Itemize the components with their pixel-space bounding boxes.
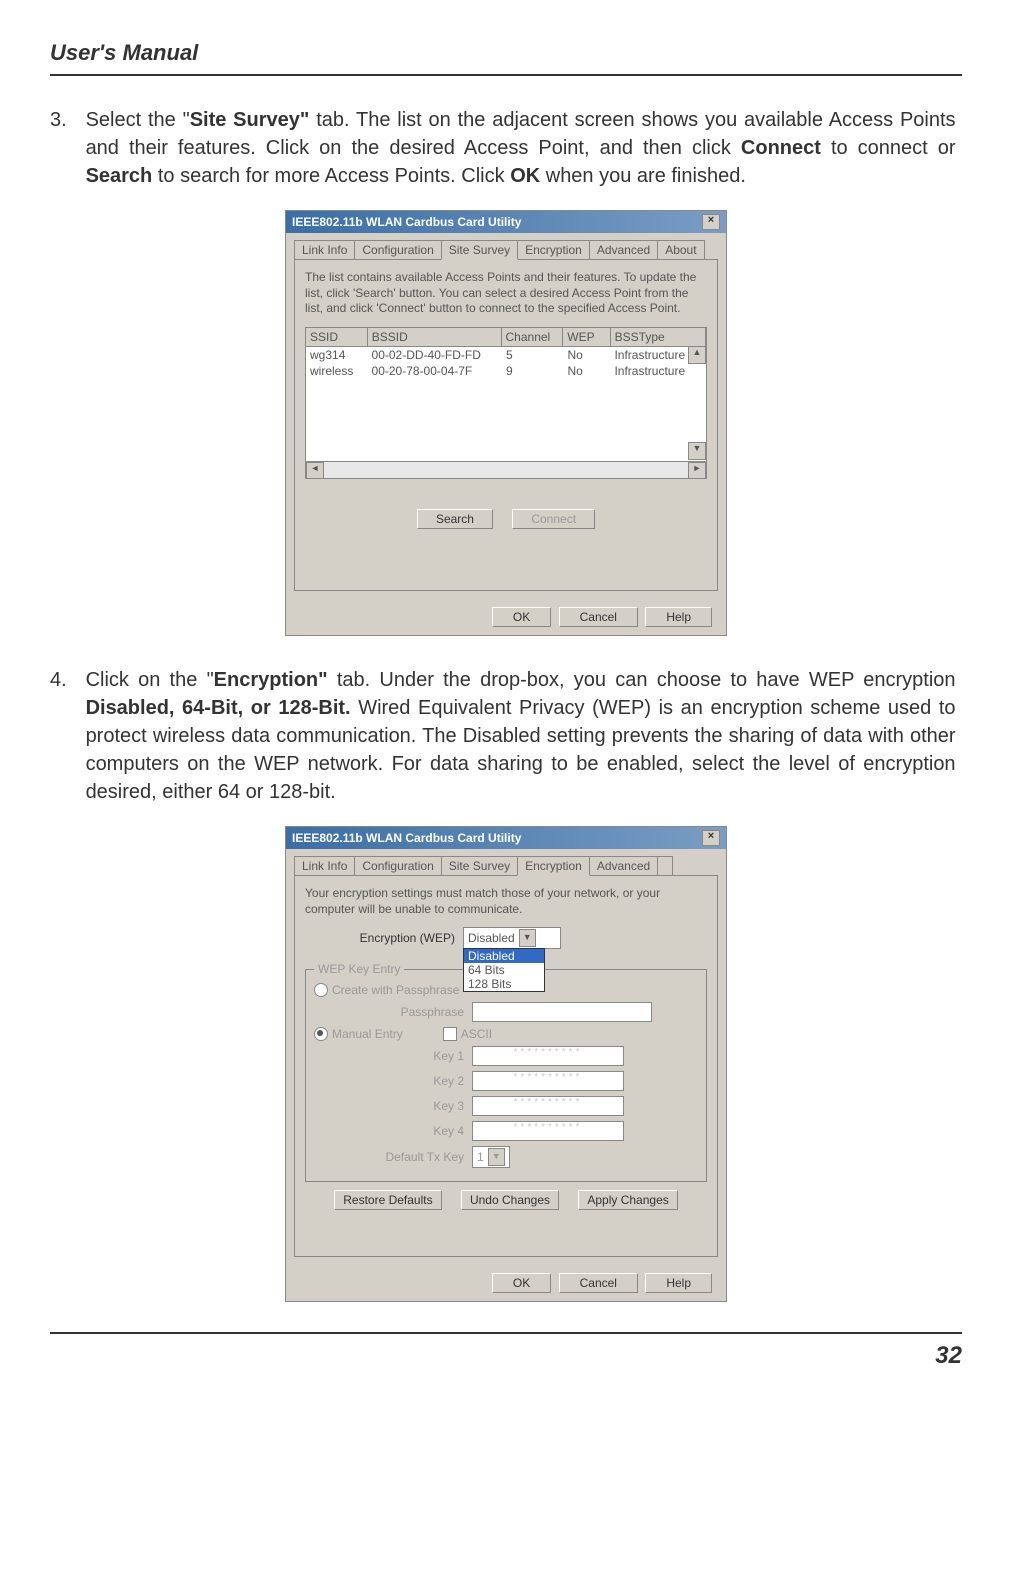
col-channel[interactable]: Channel	[502, 328, 564, 346]
ascii-label: ASCII	[461, 1027, 492, 1041]
close-icon[interactable]: ×	[702, 830, 720, 846]
scroll-left-icon[interactable]: ◄	[306, 462, 324, 479]
passphrase-input[interactable]	[472, 1002, 652, 1022]
tab-bar: Link Info Configuration Site Survey Encr…	[286, 849, 726, 875]
list-row[interactable]: wireless 00-20-78-00-04-7F 9 No Infrastr…	[306, 363, 706, 379]
wep-option-64[interactable]: 64 Bits	[464, 963, 544, 977]
step-3: 3. Select the "Site Survey" tab. The lis…	[50, 106, 962, 190]
tab-linkinfo[interactable]: Link Info	[294, 856, 355, 876]
step-4-text: Click on the "Encryption" tab. Under the…	[86, 666, 956, 806]
wep-dropdown[interactable]: Disabled ▼ Disabled 64 Bits 128 Bits	[463, 927, 561, 949]
tab-about[interactable]: About	[657, 240, 704, 260]
step-4-number: 4.	[50, 666, 80, 694]
wep-key-entry-legend: WEP Key Entry	[314, 962, 404, 976]
dialog-titlebar: IEEE802.11b WLAN Cardbus Card Utility ×	[286, 211, 726, 233]
tab-about[interactable]	[657, 856, 673, 876]
list-header-row: SSID BSSID Channel WEP BSSType	[306, 328, 706, 347]
key2-input[interactable]: **********	[472, 1071, 624, 1091]
tab-configuration[interactable]: Configuration	[354, 856, 441, 876]
col-bsstype[interactable]: BSSType	[611, 328, 706, 346]
col-ssid[interactable]: SSID	[306, 328, 368, 346]
tab-content-encryption: Your encryption settings must match thos…	[294, 875, 718, 1257]
tab-bar: Link Info Configuration Site Survey Encr…	[286, 233, 726, 259]
apply-changes-button[interactable]: Apply Changes	[578, 1190, 677, 1210]
key1-input[interactable]: **********	[472, 1046, 624, 1066]
tab-advanced[interactable]: Advanced	[589, 240, 658, 260]
page-header: User's Manual	[50, 40, 962, 76]
chevron-down-icon[interactable]: ▼	[519, 929, 536, 947]
ok-button[interactable]: OK	[492, 607, 551, 627]
wep-option-disabled[interactable]: Disabled	[464, 949, 544, 963]
create-passphrase-label: Create with Passphrase	[332, 983, 459, 997]
step-4: 4. Click on the "Encryption" tab. Under …	[50, 666, 962, 806]
dialog-button-row: OK Cancel Help	[286, 599, 726, 635]
scroll-down-icon[interactable]: ▼	[688, 442, 706, 460]
key4-label: Key 4	[314, 1124, 472, 1138]
manual-entry-radio[interactable]	[314, 1027, 328, 1041]
dialog-button-row: OK Cancel Help	[286, 1265, 726, 1301]
tab-content-sitesurvey: The list contains available Access Point…	[294, 259, 718, 591]
wep-key-entry-fieldset: WEP Key Entry Create with Passphrase Pas…	[305, 969, 707, 1182]
site-survey-dialog: IEEE802.11b WLAN Cardbus Card Utility × …	[285, 210, 727, 636]
key4-input[interactable]: **********	[472, 1121, 624, 1141]
dialog-title: IEEE802.11b WLAN Cardbus Card Utility	[292, 831, 521, 845]
col-bssid[interactable]: BSSID	[368, 328, 502, 346]
tab-configuration[interactable]: Configuration	[354, 240, 441, 260]
col-wep[interactable]: WEP	[563, 328, 610, 346]
sitesurvey-description: The list contains available Access Point…	[305, 270, 707, 317]
tab-sitesurvey[interactable]: Site Survey	[441, 856, 518, 876]
dialog-titlebar: IEEE802.11b WLAN Cardbus Card Utility ×	[286, 827, 726, 849]
wep-dropdown-list[interactable]: Disabled 64 Bits 128 Bits	[463, 948, 545, 992]
access-point-list[interactable]: SSID BSSID Channel WEP BSSType wg314 00-…	[305, 327, 707, 479]
dialog-title: IEEE802.11b WLAN Cardbus Card Utility	[292, 215, 521, 229]
default-tx-key-dropdown[interactable]: 1 ▼	[472, 1146, 510, 1168]
cancel-button[interactable]: Cancel	[559, 607, 638, 627]
help-button[interactable]: Help	[645, 607, 712, 627]
scroll-up-icon[interactable]: ▲	[688, 346, 706, 364]
close-icon[interactable]: ×	[702, 214, 720, 230]
create-passphrase-radio[interactable]	[314, 983, 328, 997]
key2-label: Key 2	[314, 1074, 472, 1088]
tab-sitesurvey[interactable]: Site Survey	[441, 240, 518, 260]
default-tx-key-label: Default Tx Key	[314, 1150, 472, 1164]
wep-option-128[interactable]: 128 Bits	[464, 977, 544, 991]
wep-label: Encryption (WEP)	[305, 931, 463, 945]
chevron-down-icon[interactable]: ▼	[488, 1148, 505, 1166]
step-3-number: 3.	[50, 106, 80, 134]
scroll-right-icon[interactable]: ►	[688, 462, 706, 479]
ok-button[interactable]: OK	[492, 1273, 551, 1293]
key3-label: Key 3	[314, 1099, 472, 1113]
tab-encryption[interactable]: Encryption	[517, 240, 590, 260]
tab-encryption[interactable]: Encryption	[517, 856, 590, 876]
help-button[interactable]: Help	[645, 1273, 712, 1293]
tab-advanced[interactable]: Advanced	[589, 856, 658, 876]
undo-changes-button[interactable]: Undo Changes	[461, 1190, 559, 1210]
cancel-button[interactable]: Cancel	[559, 1273, 638, 1293]
ascii-checkbox[interactable]	[443, 1027, 457, 1041]
tab-linkinfo[interactable]: Link Info	[294, 240, 355, 260]
step-3-text: Select the "Site Survey" tab. The list o…	[86, 106, 956, 190]
key3-input[interactable]: **********	[472, 1096, 624, 1116]
page-number: 32	[50, 1332, 962, 1370]
key1-label: Key 1	[314, 1049, 472, 1063]
search-button[interactable]: Search	[417, 509, 493, 529]
manual-entry-label: Manual Entry	[332, 1027, 403, 1041]
encryption-description: Your encryption settings must match thos…	[305, 886, 707, 917]
horizontal-scrollbar[interactable]: ◄ ►	[306, 461, 706, 478]
list-row[interactable]: wg314 00-02-DD-40-FD-FD 5 No Infrastruct…	[306, 347, 706, 363]
passphrase-label: Passphrase	[314, 1005, 472, 1019]
encryption-dialog: IEEE802.11b WLAN Cardbus Card Utility × …	[285, 826, 727, 1302]
restore-defaults-button[interactable]: Restore Defaults	[334, 1190, 441, 1210]
connect-button[interactable]: Connect	[512, 509, 595, 529]
